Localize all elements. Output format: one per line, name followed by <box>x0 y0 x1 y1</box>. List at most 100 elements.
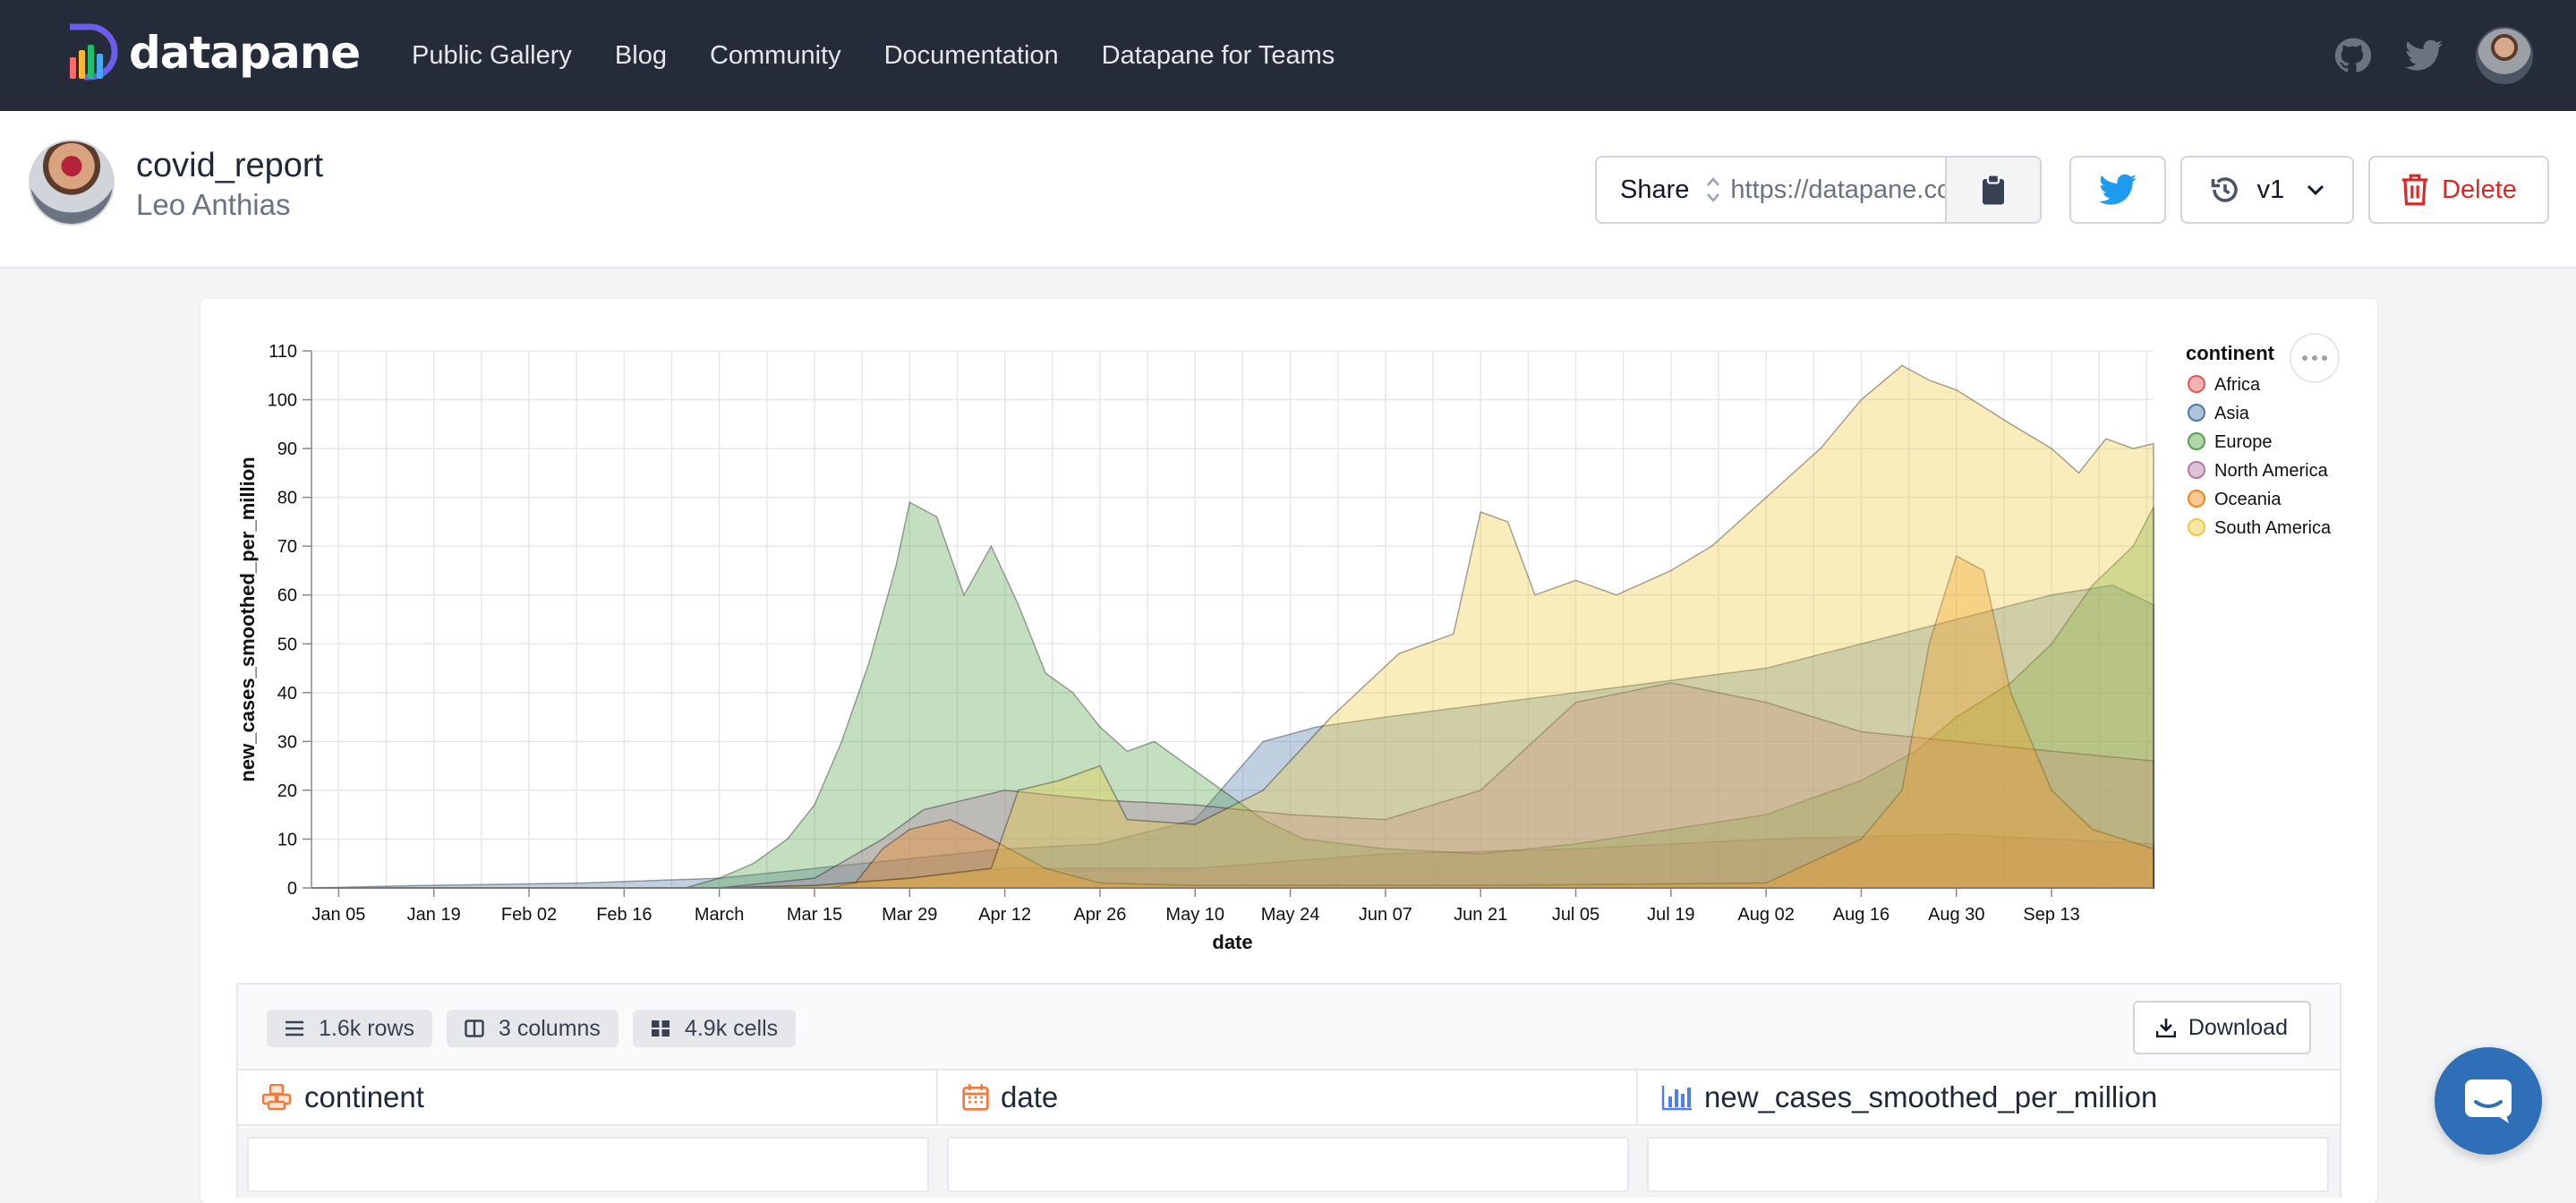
version-dropdown[interactable]: v1 <box>2180 156 2354 224</box>
clipboard-icon <box>1983 174 2005 205</box>
column-header-new-cases[interactable]: new_cases_smoothed_per_million <box>1638 1071 2338 1124</box>
table-header: continent date new_cases_smoothed_per_mi… <box>238 1069 2340 1126</box>
y-tick-label: 100 <box>268 391 297 411</box>
x-tick-label: Jan 05 <box>311 905 365 925</box>
legend-swatch <box>2188 518 2205 536</box>
datapane-logo-icon <box>70 23 118 81</box>
y-tick-label: 10 <box>277 830 297 849</box>
y-tick-label: 50 <box>277 635 297 654</box>
x-tick-label: Feb 16 <box>596 905 652 925</box>
version-label: v1 <box>2256 175 2285 204</box>
nav-links: Public Gallery Blog Community Documentat… <box>412 0 1378 111</box>
chevron-down-icon <box>2307 184 2324 196</box>
report-author[interactable]: Leo Anthias <box>136 188 290 222</box>
chat-icon <box>2465 1079 2512 1123</box>
legend-label: Oceania <box>2214 490 2282 509</box>
legend-title: continent <box>2186 342 2275 364</box>
x-tick-label: Sep 13 <box>2023 905 2079 925</box>
nav-documentation[interactable]: Documentation <box>884 41 1059 71</box>
filter-continent-input[interactable] <box>247 1137 929 1192</box>
download-label: Download <box>2188 1014 2288 1040</box>
legend-label: Europe <box>2214 432 2273 452</box>
x-tick-label: Jan 19 <box>407 905 461 925</box>
trash-icon <box>2401 174 2428 206</box>
x-tick-label: Jul 19 <box>1647 905 1694 925</box>
chart-actions-menu[interactable] <box>2290 333 2340 383</box>
twitter-icon <box>2099 174 2137 205</box>
x-tick-label: Jul 05 <box>1552 905 1599 925</box>
column-name: new_cases_smoothed_per_million <box>1704 1080 2158 1113</box>
select-updown-icon[interactable] <box>1705 158 1730 222</box>
columns-icon <box>465 1020 484 1037</box>
tweet-button[interactable] <box>2069 156 2166 224</box>
y-tick-label: 70 <box>277 537 297 557</box>
x-tick-label: Apr 12 <box>978 905 1031 925</box>
top-navbar: datapane Public Gallery Blog Community D… <box>0 0 2576 111</box>
legend-swatch <box>2188 490 2205 508</box>
legend-label: North America <box>2214 461 2329 481</box>
share-url-input[interactable] <box>1730 158 1946 222</box>
github-icon[interactable] <box>2333 36 2372 75</box>
copy-clipboard-button[interactable] <box>1945 158 2041 222</box>
twitter-icon[interactable] <box>2404 36 2444 75</box>
y-tick-label: 40 <box>277 684 297 704</box>
area-chart[interactable]: 0 10 20 30 40 50 60 70 80 90 100 110 Jan 05 Jan 19 Feb… <box>200 299 2377 979</box>
share-select[interactable]: Share <box>1597 158 1705 222</box>
chat-support-button[interactable] <box>2435 1047 2542 1155</box>
more-horizontal-icon <box>2302 355 2327 361</box>
x-tick-label: May 10 <box>1165 905 1224 925</box>
columns-count-label: 3 columns <box>498 1015 601 1041</box>
rows-count-label: 1.6k rows <box>319 1015 414 1041</box>
x-tick-label: Mar 15 <box>787 905 842 925</box>
author-avatar <box>29 140 115 226</box>
bar-chart-icon <box>1661 1084 1693 1111</box>
delete-label: Delete <box>2442 175 2517 204</box>
report-header: covid_report Leo Anthias Share v1 Delete <box>0 111 2576 269</box>
download-button[interactable]: Download <box>2132 1001 2311 1054</box>
cells-count-badge: 4.9k cells <box>632 1010 797 1047</box>
x-tick-label: Aug 30 <box>1928 905 1984 925</box>
column-name: date <box>1001 1080 1059 1113</box>
y-tick-label: 80 <box>277 489 297 508</box>
column-name: continent <box>304 1080 424 1113</box>
download-icon <box>2155 1019 2176 1037</box>
nav-community[interactable]: Community <box>710 41 841 71</box>
nav-blog[interactable]: Blog <box>615 41 667 71</box>
calendar-icon <box>961 1083 990 1112</box>
x-tick-label: May 24 <box>1261 905 1320 925</box>
nav-right <box>2300 0 2533 111</box>
legend-swatch <box>2188 404 2205 422</box>
x-tick-label: Mar 29 <box>882 905 937 925</box>
y-tick-label: 0 <box>287 879 297 899</box>
column-header-continent[interactable]: continent <box>238 1071 938 1124</box>
legend-label: Asia <box>2214 404 2250 423</box>
table-stats: 1.6k rows 3 columns 4.9k cells <box>267 1010 810 1047</box>
history-icon <box>2211 177 2238 202</box>
column-header-date[interactable]: date <box>938 1071 1638 1124</box>
filter-new-cases-input[interactable] <box>1647 1137 2329 1192</box>
nav-teams[interactable]: Datapane for Teams <box>1102 41 1335 71</box>
nav-public-gallery[interactable]: Public Gallery <box>412 41 572 71</box>
legend-swatch <box>2188 375 2205 393</box>
delete-button[interactable]: Delete <box>2368 156 2549 224</box>
y-tick-label: 90 <box>277 439 297 459</box>
brand-name: datapane <box>129 27 361 79</box>
datapane-logo[interactable]: datapane <box>64 23 361 82</box>
filter-date-input[interactable] <box>947 1137 1629 1192</box>
list-icon <box>285 1020 304 1037</box>
legend-swatch <box>2188 432 2205 450</box>
y-tick-label: 20 <box>277 781 297 801</box>
y-tick-label: 30 <box>277 732 297 752</box>
y-axis-title: new_cases_smoothed_per_million <box>236 456 259 781</box>
category-icon <box>261 1084 294 1111</box>
user-avatar[interactable] <box>2476 27 2533 84</box>
columns-count-badge: 3 columns <box>446 1010 618 1047</box>
share-label: Share <box>1620 175 1690 204</box>
report-title: covid_report <box>136 147 324 184</box>
legend-swatch <box>2188 461 2205 479</box>
rows-count-badge: 1.6k rows <box>267 1010 432 1047</box>
legend-label: South America <box>2214 518 2332 538</box>
grid-icon <box>651 1020 670 1037</box>
filter-row <box>238 1128 2340 1198</box>
data-table-panel: 1.6k rows 3 columns 4.9k cells Download … <box>236 983 2341 1198</box>
